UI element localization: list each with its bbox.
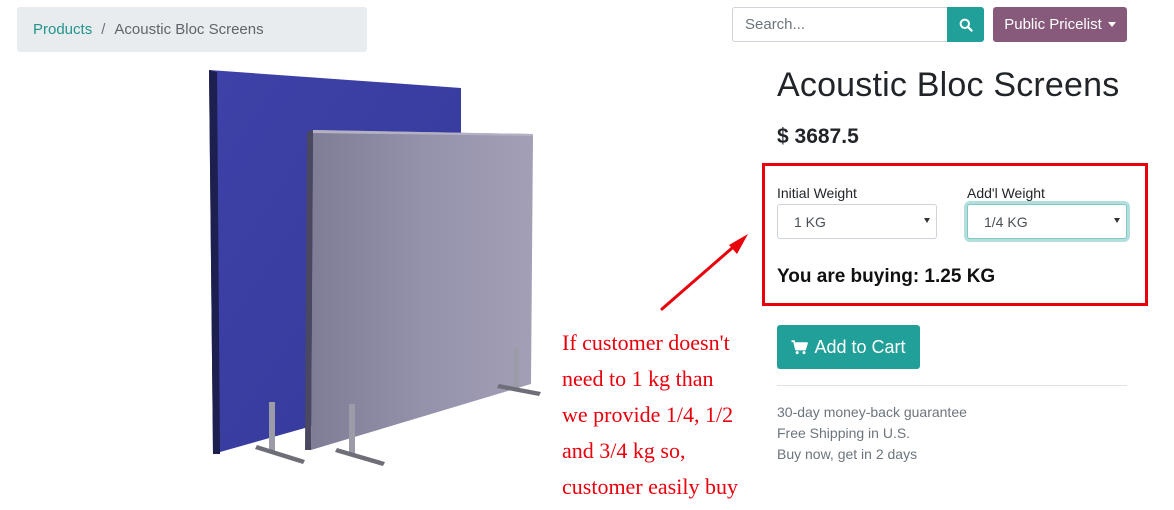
initial-weight-select[interactable]: 1 KG bbox=[777, 204, 937, 239]
breadcrumb-products-link[interactable]: Products bbox=[33, 21, 92, 38]
breadcrumb-separator: / bbox=[101, 21, 106, 38]
annotation-line: customer easily buy bbox=[562, 474, 738, 499]
dropdown-arrow-icon bbox=[924, 218, 930, 223]
annotation-line: If customer doesn't bbox=[562, 330, 730, 355]
search-button[interactable] bbox=[947, 7, 984, 42]
breadcrumb: Products / Acoustic Bloc Screens bbox=[17, 7, 367, 52]
search-icon bbox=[959, 18, 973, 32]
annotation-text: If customer doesn't need to 1 kg than we… bbox=[562, 325, 777, 505]
dropdown-arrow-icon bbox=[1114, 218, 1120, 223]
initial-weight-value: 1 KG bbox=[794, 213, 826, 230]
cart-icon bbox=[791, 339, 809, 354]
info-guarantee: 30-day money-back guarantee bbox=[777, 404, 967, 420]
additional-weight-select[interactable]: 1/4 KG bbox=[967, 204, 1127, 239]
annotation-line: and 3/4 kg so, bbox=[562, 438, 686, 463]
annotation-line: we provide 1/4, 1/2 bbox=[562, 402, 734, 427]
info-shipping: Free Shipping in U.S. bbox=[777, 425, 911, 441]
product-title: Acoustic Bloc Screens bbox=[777, 66, 1120, 104]
info-delivery: Buy now, get in 2 days bbox=[777, 446, 918, 462]
annotation-arrow-icon bbox=[660, 234, 748, 311]
buying-summary: You are buying: 1.25 KG bbox=[777, 266, 996, 287]
pricelist-dropdown[interactable]: Public Pricelist bbox=[993, 7, 1127, 42]
search-group bbox=[732, 7, 984, 42]
add-to-cart-button[interactable]: Add to Cart bbox=[777, 325, 920, 369]
additional-weight-label: Add'l Weight bbox=[967, 185, 1045, 201]
add-to-cart-label: Add to Cart bbox=[814, 336, 906, 357]
additional-weight-value: 1/4 KG bbox=[984, 213, 1028, 230]
divider bbox=[777, 385, 1127, 386]
product-image bbox=[209, 70, 541, 466]
product-price: $ 3687.5 bbox=[777, 125, 859, 148]
breadcrumb-current: Acoustic Bloc Screens bbox=[114, 21, 264, 38]
chevron-down-icon bbox=[1107, 22, 1116, 27]
pricelist-label: Public Pricelist bbox=[1004, 16, 1102, 33]
annotation-line: need to 1 kg than bbox=[562, 366, 714, 391]
search-input[interactable] bbox=[732, 7, 947, 42]
initial-weight-label: Initial Weight bbox=[777, 185, 857, 201]
